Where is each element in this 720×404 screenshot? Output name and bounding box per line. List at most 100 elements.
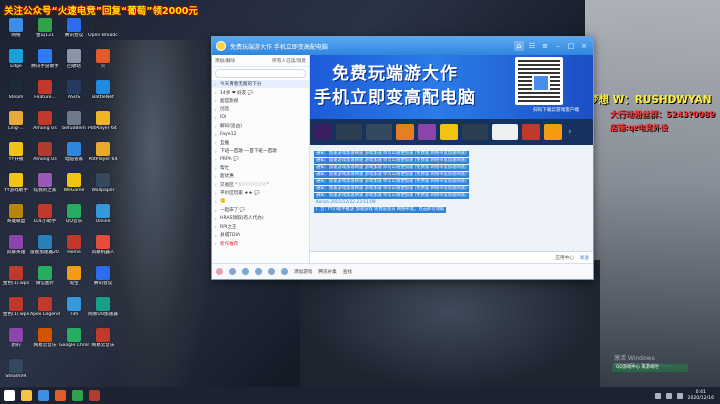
search-icon[interactable] bbox=[281, 268, 288, 275]
desktop-icon[interactable]: 网易UU加速器 bbox=[88, 297, 118, 327]
desktop-icon[interactable]: 新的 bbox=[2, 328, 30, 358]
desktop-icon[interactable]: 淘宝 bbox=[60, 266, 88, 296]
desktop-icon[interactable]: Among Us bbox=[31, 111, 59, 141]
desktop-icon[interactable]: Google Chrome bbox=[59, 328, 89, 358]
desktop-icon[interactable]: 金色(1).wps bbox=[2, 297, 30, 327]
desktop-icon[interactable]: Edge bbox=[2, 49, 30, 79]
bottom-bar-item[interactable]: 腾讯补集 bbox=[318, 269, 336, 275]
contact-list-item[interactable]: › 🙂 bbox=[212, 197, 309, 205]
avatar[interactable] bbox=[216, 268, 223, 275]
close-icon[interactable]: × bbox=[579, 41, 589, 51]
contact-list-header[interactable]: 添加/删除 bbox=[215, 58, 235, 64]
desktop-icon[interactable]: Ling-... bbox=[2, 111, 30, 141]
desktop-icon[interactable]: QQ音乐 bbox=[60, 204, 88, 234]
game-icon[interactable] bbox=[492, 124, 518, 140]
desktop-icon[interactable]: BattleNet bbox=[89, 80, 117, 110]
contact-list-item[interactable]: › 今天青春无敌的下分 bbox=[212, 80, 309, 89]
desktop-icon[interactable]: 雷霆加速器2077 bbox=[30, 235, 60, 265]
folder-icon[interactable] bbox=[268, 268, 275, 275]
contact-list-item[interactable]: › HRAS领取(有人代办) bbox=[212, 214, 309, 222]
bottom-bar-item[interactable]: 添加游戏 bbox=[294, 269, 312, 275]
desktop-icon[interactable]: 腾讯会议 bbox=[89, 266, 117, 296]
desktop-icon[interactable]: Online bbox=[89, 204, 117, 234]
contact-list-item[interactable]: › RPI之王 bbox=[212, 223, 309, 231]
desktop-icon[interactable]: YY开播 bbox=[2, 142, 30, 172]
contact-list-item[interactable]: › Faye12 bbox=[212, 130, 309, 138]
send-button[interactable]: 发送 bbox=[580, 255, 589, 261]
game-icon[interactable] bbox=[440, 124, 458, 140]
app-center-link[interactable]: 应用中心 bbox=[555, 255, 573, 261]
contact-list-item[interactable]: › 一起床了 💬 bbox=[212, 206, 309, 214]
input-method-icon[interactable] bbox=[676, 392, 683, 399]
desktop-icon[interactable]: ASUS bbox=[60, 80, 88, 110]
contact-list-item[interactable]: › 帮忙 bbox=[212, 164, 309, 172]
desktop-icon[interactable]: Home bbox=[60, 235, 88, 265]
music-icon[interactable] bbox=[255, 268, 262, 275]
contact-list-header-right[interactable]: 所有人已读/消息 bbox=[272, 58, 306, 64]
taskbar-app-icon[interactable] bbox=[89, 390, 100, 401]
desktop-icon[interactable]: Wallpaper bbox=[89, 173, 117, 203]
desktop-icon[interactable]: SteamVR bbox=[2, 359, 30, 389]
desktop-icon[interactable]: 回收站 bbox=[60, 49, 88, 79]
desktop-icon[interactable]: 网易云音乐 bbox=[31, 328, 59, 358]
game-icon[interactable] bbox=[522, 124, 540, 140]
desktop-icon[interactable]: 英雄联盟 bbox=[2, 204, 30, 234]
game-icon[interactable] bbox=[544, 124, 562, 140]
menu-icon[interactable]: ≡ bbox=[540, 41, 550, 51]
chat-ad-message[interactable]: 广告: YY小助手推送 加速游戏 免费送会员 网络带宽，点击即可领取 bbox=[314, 207, 447, 213]
game-center-notification[interactable]: QQ游戏中心 来游戏吧 bbox=[612, 364, 688, 372]
desktop-icon[interactable]: 风暴机器人 bbox=[89, 235, 117, 265]
contact-list-item[interactable]: › 超官影视 bbox=[212, 97, 309, 105]
network-icon[interactable] bbox=[654, 392, 661, 399]
desktop-icon[interactable]: 电脑管家 bbox=[60, 142, 88, 172]
ad-banner[interactable]: 免费玩端游大作 手机立即变高配电脑 扫码下载云游戏客户端 bbox=[310, 55, 593, 119]
desktop-icon[interactable]: LOL小助手 bbox=[31, 204, 59, 234]
home-icon[interactable]: ⌂ bbox=[514, 41, 524, 51]
contact-list-item[interactable]: › PRPh 💬 bbox=[212, 156, 309, 164]
contact-list-item[interactable]: › 创造 bbox=[212, 105, 309, 113]
desktop-icon[interactable]: Open Broadcast... bbox=[88, 18, 118, 48]
game-icon[interactable] bbox=[396, 124, 414, 140]
taskbar-app-icon[interactable] bbox=[72, 390, 83, 401]
group-icon[interactable]: ☷ bbox=[527, 41, 537, 51]
minimize-icon[interactable]: – bbox=[553, 41, 563, 51]
desktop-icon[interactable]: Apex Legends bbox=[30, 297, 60, 327]
settings-icon[interactable] bbox=[242, 268, 249, 275]
contact-list-item[interactable]: › 下班一首歌-一首下班一首歌 bbox=[212, 147, 309, 155]
volume-icon[interactable] bbox=[665, 392, 672, 399]
desktop-icon[interactable]: 网络 bbox=[2, 18, 30, 48]
taskbar-app-icon[interactable] bbox=[38, 390, 49, 401]
desktop-icon[interactable]: PotPlayer 64 bit bbox=[88, 111, 118, 141]
avatar[interactable] bbox=[216, 41, 226, 51]
contact-list-item[interactable]: › 互推 bbox=[212, 139, 309, 147]
clock[interactable]: 0:41 2020/12/16 bbox=[688, 390, 714, 401]
desktop-icon[interactable]: befuddem bbox=[60, 111, 88, 141]
contact-list-item[interactable]: › 超优惠 bbox=[212, 172, 309, 180]
contact-list-item[interactable]: › IOI bbox=[212, 114, 309, 122]
game-icon[interactable] bbox=[462, 124, 488, 140]
desktop-icon[interactable]: 腾讯会议 bbox=[60, 18, 88, 48]
desktop-icon[interactable]: 网易云音乐 bbox=[89, 328, 117, 358]
desktop-icon[interactable]: 火 bbox=[89, 49, 117, 79]
qq-titlebar[interactable]: 免费玩端游大作 手机立即变高配电脑 ⌂ ☷ ≡ – □ × bbox=[212, 37, 593, 55]
desktop-icon[interactable]: 腾讯手游助手 bbox=[31, 49, 59, 79]
desktop-icon[interactable]: Feature... bbox=[31, 80, 59, 110]
mail-icon[interactable] bbox=[229, 268, 236, 275]
game-icon[interactable] bbox=[336, 124, 362, 140]
taskbar-app-icon[interactable] bbox=[55, 390, 66, 401]
chat-input[interactable]: 应用中心 发送 bbox=[310, 251, 593, 263]
desktop-icon[interactable]: WeGame bbox=[60, 173, 88, 203]
desktop-icon[interactable]: 微信图片 bbox=[31, 266, 59, 296]
desktop-icon[interactable]: Steam bbox=[2, 80, 30, 110]
contact-list-item[interactable]: › 县城TDIA bbox=[212, 231, 309, 239]
contact-list-item[interactable]: › 交易区 “♡♡♡♡♡♡♡” bbox=[212, 181, 309, 189]
desktop-icon[interactable]: 炫我的之家 bbox=[31, 173, 59, 203]
start-icon[interactable] bbox=[4, 390, 15, 401]
desktop-icon[interactable]: Among Us bbox=[31, 142, 59, 172]
desktop-icon[interactable]: YY游戏助手 bbox=[2, 173, 30, 203]
game-icon[interactable] bbox=[418, 124, 436, 140]
contact-list-item[interactable]: › 14岁 ❤ 好友 💬 bbox=[212, 88, 309, 96]
taskbar-app-icon[interactable] bbox=[21, 390, 32, 401]
desktop-icon[interactable]: PotPlayer 64 bbox=[89, 142, 117, 172]
chat-history[interactable]: 通知：加速游戏加速网速 游戏加速 你可以随便加速 [免费版 网络带宽加速网速] 通… bbox=[310, 149, 593, 251]
